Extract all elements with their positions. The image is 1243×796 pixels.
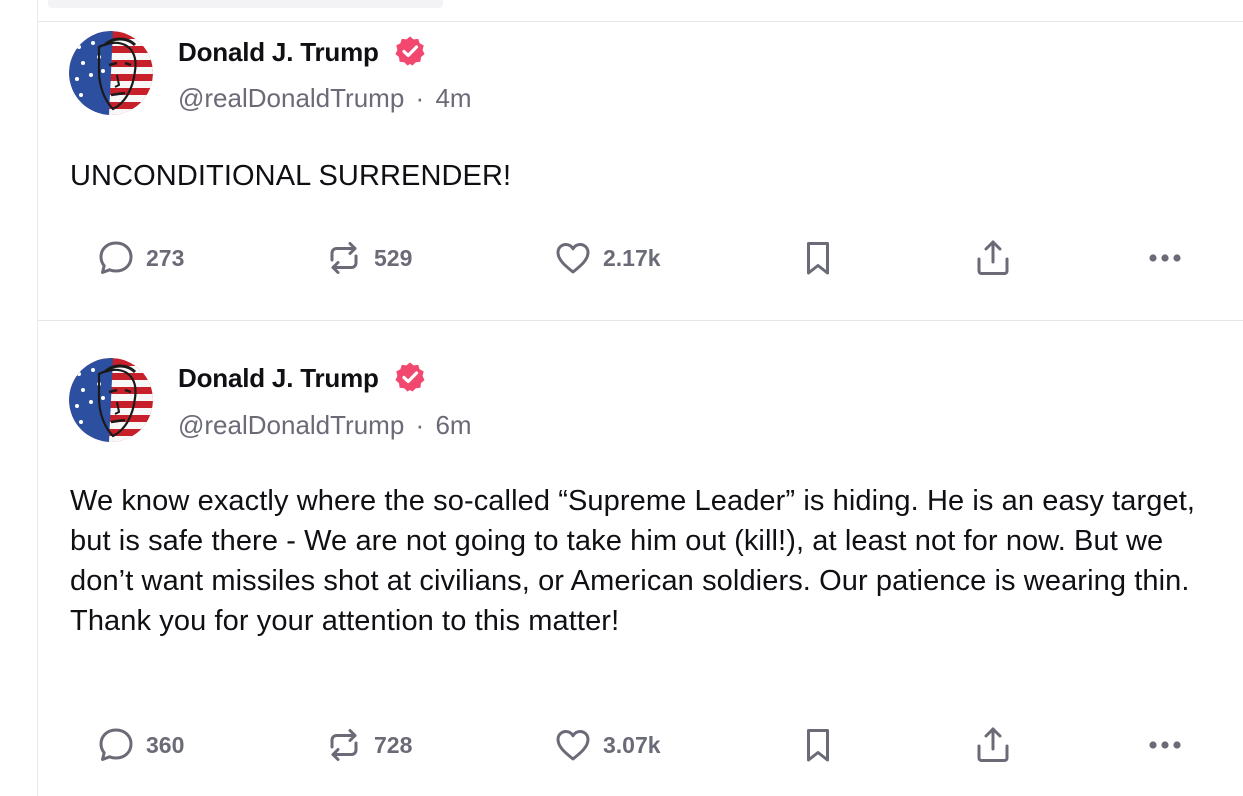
repost-arrows-icon bbox=[330, 242, 358, 274]
flag-portrait-avatar-image bbox=[69, 358, 153, 442]
heart-icon bbox=[556, 730, 590, 761]
speech-bubble-icon bbox=[99, 241, 133, 274]
bookmark-icon bbox=[807, 729, 829, 762]
share-button[interactable] bbox=[973, 236, 1013, 280]
flag-portrait-avatar-image bbox=[69, 31, 153, 115]
like-count: 2.17k bbox=[603, 244, 661, 271]
repost-count: 529 bbox=[374, 244, 413, 271]
share-upload-icon bbox=[977, 727, 1009, 762]
post-actions: 273 529 2.17k bbox=[38, 236, 1243, 280]
author-name-text[interactable]: Donald J. Trump bbox=[178, 363, 379, 393]
bookmark-button[interactable] bbox=[798, 723, 838, 767]
bookmark-button[interactable] bbox=[798, 236, 838, 280]
post-actions: 360 728 3.07k bbox=[38, 723, 1243, 767]
avatar[interactable] bbox=[69, 31, 153, 115]
ellipsis-icon bbox=[1149, 741, 1181, 749]
speech-bubble-icon bbox=[99, 728, 133, 761]
handle[interactable]: @realDonaldTrump bbox=[178, 410, 404, 440]
post[interactable]: Donald J. Trump @realDonaldTrump · 4m UN… bbox=[38, 23, 1243, 320]
author-name-text[interactable]: Donald J. Trump bbox=[178, 37, 379, 67]
avatar[interactable] bbox=[69, 358, 153, 442]
author-name[interactable]: Donald J. Trump bbox=[178, 35, 426, 68]
verified-badge-icon bbox=[395, 36, 425, 66]
verified-badge-icon bbox=[395, 362, 425, 392]
repost-button[interactable]: 529 bbox=[324, 236, 412, 280]
like-button[interactable]: 3.07k bbox=[553, 723, 661, 767]
separator: · bbox=[415, 410, 425, 440]
author-name[interactable]: Donald J. Trump bbox=[178, 361, 426, 394]
divider bbox=[38, 21, 1243, 22]
repost-count: 728 bbox=[374, 731, 413, 758]
post-time[interactable]: 4m bbox=[435, 83, 471, 113]
handle-row: @realDonaldTrump · 4m bbox=[178, 83, 472, 114]
repost-arrows-icon bbox=[330, 729, 358, 761]
post[interactable]: Donald J. Trump @realDonaldTrump · 6m We… bbox=[38, 321, 1243, 796]
reply-count: 360 bbox=[146, 731, 185, 758]
handle[interactable]: @realDonaldTrump bbox=[178, 83, 404, 113]
post-feed: Donald J. Trump @realDonaldTrump · 4m UN… bbox=[37, 0, 1243, 796]
previous-post-stub bbox=[48, 0, 443, 8]
reply-button[interactable]: 360 bbox=[96, 723, 184, 767]
like-count: 3.07k bbox=[603, 731, 661, 758]
post-text: UNCONDITIONAL SURRENDER! bbox=[70, 160, 512, 192]
share-button[interactable] bbox=[973, 723, 1013, 767]
handle-row: @realDonaldTrump · 6m bbox=[178, 410, 472, 441]
more-options-button[interactable] bbox=[1145, 236, 1185, 280]
reply-count: 273 bbox=[146, 244, 185, 271]
like-button[interactable]: 2.17k bbox=[553, 236, 661, 280]
post-time[interactable]: 6m bbox=[435, 410, 471, 440]
bookmark-icon bbox=[807, 242, 829, 275]
heart-icon bbox=[556, 243, 590, 274]
more-options-button[interactable] bbox=[1145, 723, 1185, 767]
repost-button[interactable]: 728 bbox=[324, 723, 412, 767]
ellipsis-icon bbox=[1149, 254, 1181, 262]
separator: · bbox=[415, 83, 425, 113]
share-upload-icon bbox=[977, 240, 1009, 275]
post-text: We know exactly where the so-called “Sup… bbox=[70, 485, 1196, 637]
reply-button[interactable]: 273 bbox=[96, 236, 184, 280]
